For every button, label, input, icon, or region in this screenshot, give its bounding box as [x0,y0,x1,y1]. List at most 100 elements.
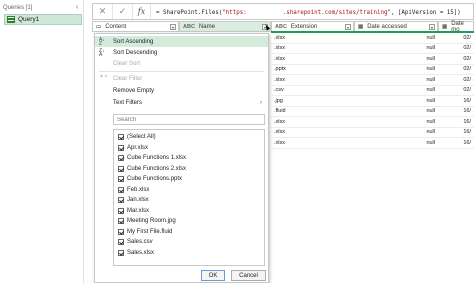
date-accessed-cell[interactable]: null [354,128,438,138]
filter-item-label: Apr.xlsx [127,144,149,151]
filter-item-label: Cube Functions 2.xlsx [127,165,187,172]
remove-empty-item[interactable]: Remove Empty [95,85,268,96]
date-accessed-cell[interactable]: null [354,33,438,44]
date-modified-cell[interactable]: 02/ [438,44,474,54]
filter-item-label: Sales.csv [127,239,153,246]
search-input[interactable] [113,114,265,125]
date-accessed-cell[interactable]: null [354,54,438,65]
filter-item-label: Sales.xlsx [127,249,155,256]
ok-button[interactable]: OK [201,270,225,281]
formula-input[interactable]: = SharePoint.Files("https: .sharepoint.co… [151,8,461,16]
date-modified-cell[interactable]: 02/ [438,65,474,75]
filter-list-item[interactable]: Jan.xlsx [118,195,149,206]
date-accessed-cell[interactable]: null [354,138,438,149]
date-accessed-cell[interactable]: null [354,75,438,86]
sort-descending-item[interactable]: Z↓ A Sort Descending [95,47,268,58]
dropdown-icon[interactable]: ▾ [170,24,176,30]
filter-list-item[interactable]: Cube Functions.pptx [118,174,182,185]
extension-cell[interactable]: .csv [271,86,354,96]
datetime-icon: ▦ [442,23,448,30]
checkbox-checked-icon[interactable] [118,218,124,225]
date-modified-cell[interactable]: 16/ [438,96,474,107]
checkbox-checked-icon[interactable] [118,207,124,214]
menu-label: Clear Filter [113,75,143,82]
menu-label: Sort Descending [113,49,158,56]
menu-label: Remove Empty [113,87,155,94]
checkbox-checked-icon[interactable] [118,249,124,256]
filter-item-label: Mar.xlsx [127,207,150,214]
column-header-name[interactable]: ABC Name ▾ [179,21,271,32]
checkbox-checked-icon[interactable] [118,228,124,235]
checkbox-checked-icon[interactable] [118,165,124,172]
dropdown-icon[interactable]: ▾ [429,24,435,30]
checkbox-checked-icon[interactable] [118,144,124,151]
close-icon[interactable]: ✕ [93,4,113,19]
extension-cell[interactable]: .xlsx [271,44,354,54]
cancel-button[interactable]: Cancel [231,270,266,281]
checkbox-checked-icon[interactable] [118,197,124,204]
extension-cell[interactable]: .jpg [271,96,354,107]
date-modified-cell[interactable]: 16/ [438,138,474,149]
date-accessed-cell[interactable]: null [354,107,438,117]
queries-pane: Queries [1] ‹ Query1 [0,0,84,283]
text-type-icon: ABC [275,23,287,30]
filter-list-item[interactable]: Sales.csv [118,237,153,248]
clear-sort-item[interactable]: Clear Sort [95,58,268,69]
extension-cell[interactable]: .xlsx [271,128,354,138]
checkbox-checked-icon[interactable] [118,186,124,193]
extension-cell[interactable]: .xlsx [271,75,354,86]
extension-cell[interactable]: .xlsx [271,33,354,44]
text-filters-item[interactable]: Text Filters › [95,97,268,108]
column-header-content[interactable]: ▭ Content ▾ [92,21,179,32]
date-modified-cell[interactable]: 02/ [438,54,474,65]
checkbox-checked-icon[interactable] [118,239,124,246]
checkbox-checked-icon[interactable] [118,155,124,162]
filter-list-item[interactable]: My First File.fluid [118,227,172,238]
extension-cell[interactable]: .xlsx [271,138,354,149]
date-modified-cell[interactable]: 02/ [438,75,474,86]
column-label: Name [198,23,215,30]
date-modified-cell[interactable]: 16/ [438,117,474,128]
checkbox-checked-icon[interactable] [118,134,124,141]
extension-cell[interactable]: .xlsx [271,54,354,65]
date-modified-cell[interactable]: 02/ [438,33,474,44]
extension-cell[interactable]: .pptx [271,65,354,75]
date-accessed-cell[interactable]: null [354,44,438,54]
filter-list-item[interactable]: Mar.xlsx [118,206,149,217]
date-accessed-cell[interactable]: null [354,117,438,128]
extension-cell[interactable]: .xlsx [271,117,354,128]
sort-ascending-item[interactable]: A↓ Z Sort Ascending [95,36,268,47]
binary-icon: ▭ [96,23,102,30]
datetime-icon: ▦ [358,23,364,30]
extension-cell[interactable]: .fluid [271,107,354,117]
date-accessed-cell[interactable]: null [354,65,438,75]
filter-value-list: (Select All) Apr.xlsx Cube Functions 1.xls… [113,129,265,266]
text-type-icon: ABC [183,23,195,30]
date-modified-cell[interactable]: 16/ [438,107,474,117]
query-item-query1[interactable]: Query1 [4,14,82,25]
filter-list-item[interactable]: Cube Functions 1.xlsx [118,153,186,164]
checkbox-checked-icon[interactable] [118,176,124,183]
filter-list-item[interactable]: Meeting Room.jpg [118,216,176,227]
date-modified-cell[interactable]: 16/ [438,128,474,138]
column-label: Date accessed [367,23,407,30]
dropdown-icon[interactable]: ▾ [345,24,351,30]
filter-list-item[interactable]: Sales.xlsx [118,248,154,259]
filter-item-label: Feb.xlsx [127,186,150,193]
filter-list-item[interactable]: Cube Functions 2.xlsx [118,164,186,175]
date-modified-cell[interactable]: 02/ [438,86,474,96]
filter-list-item[interactable]: Feb.xlsx [118,185,149,196]
sort-filter-dropdown: A↓ Z Sort Ascending Z↓ A Sort Descending C… [94,33,269,283]
date-accessed-cell[interactable]: null [354,86,438,96]
clear-filter-icon: ▼✕ [99,74,109,80]
query-label: Query1 [18,16,40,23]
menu-label: Text Filters [113,99,143,106]
filter-list-item[interactable]: (Select All) [118,132,156,143]
filter-list-item[interactable]: Apr.xlsx [118,143,148,154]
date-accessed-cell[interactable]: null [354,96,438,107]
checkmark-icon[interactable]: ✓ [113,4,133,19]
filter-item-label: (Select All) [127,134,156,141]
chevron-left-icon[interactable]: ‹ [76,4,78,11]
fx-label[interactable]: fx [133,4,151,19]
clear-filter-item[interactable]: ▼✕ Clear Filter [95,73,268,84]
